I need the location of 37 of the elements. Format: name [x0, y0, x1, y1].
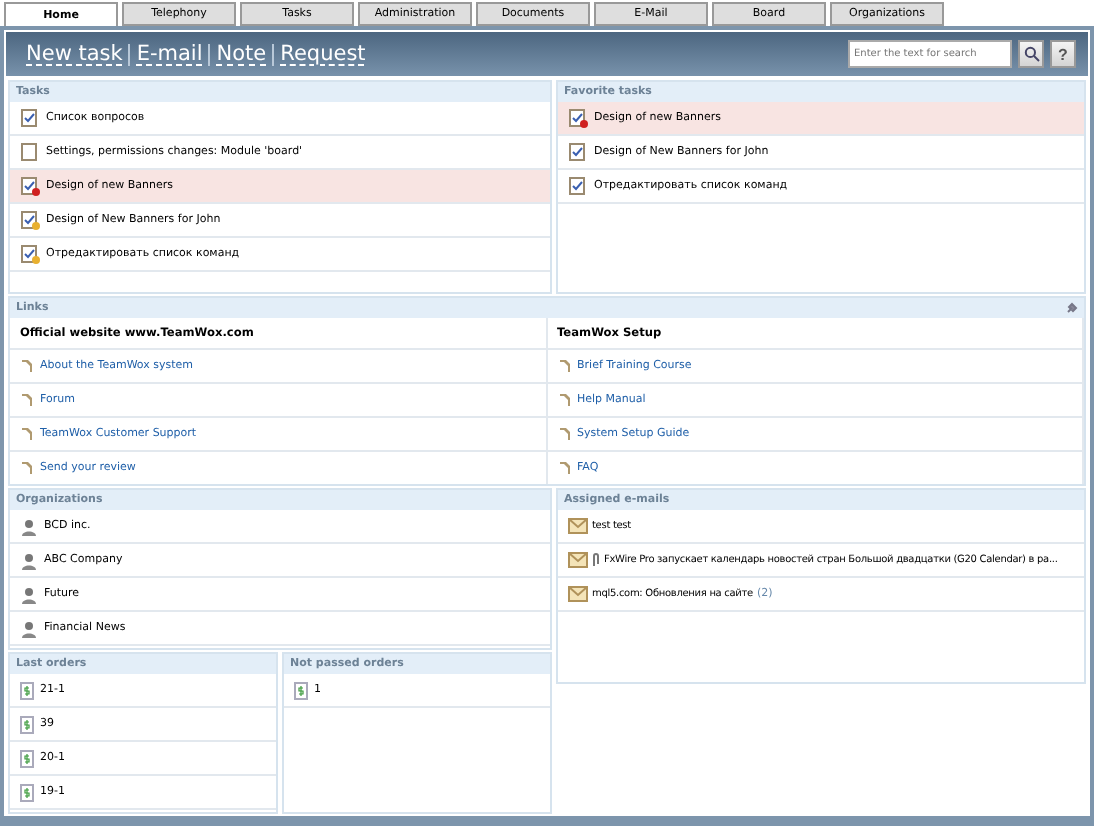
task-icon [568, 176, 588, 196]
pin-icon[interactable] [1066, 302, 1078, 314]
link-icon [20, 392, 34, 408]
person-icon [20, 585, 38, 603]
help-button[interactable]: ? [1050, 40, 1076, 68]
note-icon [20, 142, 40, 162]
link-icon [20, 358, 34, 374]
task-icon [20, 108, 40, 128]
task-icon [568, 142, 588, 162]
order-icon [20, 681, 34, 699]
link-icon [20, 460, 34, 476]
order-icon [294, 681, 308, 699]
search-button[interactable] [1018, 40, 1044, 68]
link-icon [557, 392, 571, 408]
search-icon [1023, 46, 1039, 62]
task-icon [568, 108, 588, 128]
person-icon [20, 619, 38, 637]
envelope-icon [568, 586, 588, 602]
task-icon [20, 244, 40, 264]
link-icon [557, 358, 571, 374]
order-icon [20, 715, 34, 733]
task-icon [20, 176, 40, 196]
task-icon [20, 210, 40, 230]
link-icon [20, 426, 34, 442]
person-icon [20, 551, 38, 569]
order-icon [20, 783, 34, 801]
link-icon [557, 460, 571, 476]
action-link[interactable]: E-mail [136, 42, 203, 66]
envelope-icon [568, 552, 588, 568]
person-icon [20, 517, 38, 535]
action-link[interactable]: Note [216, 42, 267, 66]
attachment-icon [592, 552, 600, 568]
order-icon [20, 749, 34, 767]
action-link[interactable]: Request [280, 42, 366, 66]
envelope-icon [568, 518, 588, 534]
link-icon [557, 426, 571, 442]
action-link[interactable]: New task [26, 42, 123, 66]
